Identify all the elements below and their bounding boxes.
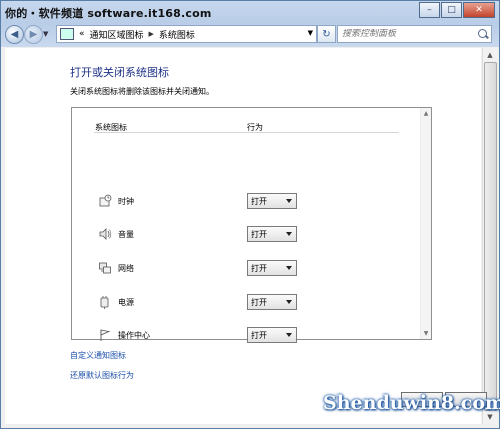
search-box[interactable] [337, 25, 492, 43]
close-button[interactable]: ✕ [463, 2, 495, 18]
scroll-up-icon[interactable]: ▲ [422, 110, 430, 117]
watermark-top: 你的・软件频道 software.it168.com [5, 7, 212, 20]
table-row-volume: 音量 打开 [72, 226, 412, 244]
breadcrumb-notification-area[interactable]: 通知区域图标 [90, 28, 144, 41]
chevron-down-icon [286, 266, 292, 270]
control-panel-icon [60, 28, 74, 40]
behavior-select-network[interactable]: 打开 [247, 260, 297, 276]
clock-icon [99, 194, 112, 207]
row-label-action-center: 操作中心 [118, 331, 150, 340]
restore-default-behavior-link[interactable]: 还原默认图标行为 [70, 370, 134, 381]
panel-scrollbar[interactable]: ▲ ▼ [420, 108, 431, 339]
system-icons-panel: 系统图标 行为 时钟 打开 音量 打开 网络 打开 电源 打开 操作中心 打开 … [71, 107, 432, 343]
behavior-select-volume[interactable]: 打开 [247, 226, 297, 242]
scroll-thumb[interactable] [484, 62, 497, 411]
select-value: 打开 [251, 263, 267, 273]
behavior-select-power[interactable]: 打开 [247, 294, 297, 310]
breadcrumb-prefix[interactable]: « [79, 29, 85, 39]
header-divider [94, 132, 399, 133]
page-title: 打开或关闭系统图标 [70, 66, 169, 79]
chevron-down-icon [286, 333, 292, 337]
row-label-clock: 时钟 [118, 197, 134, 206]
explorer-window: 你的・软件频道 software.it168.com – □ ✕ ◀ ▶ ▼ «… [0, 0, 500, 429]
window-scrollbar[interactable]: ▲ ▼ [482, 48, 497, 424]
watermark-bottom: Shenduwin8.com [323, 392, 500, 414]
select-value: 打开 [251, 196, 267, 206]
window-controls: – □ ✕ [418, 2, 495, 18]
customize-notification-icons-link[interactable]: 自定义通知图标 [70, 350, 126, 361]
behavior-select-action-center[interactable]: 打开 [247, 327, 297, 343]
recent-pages-dropdown[interactable]: ▼ [43, 30, 48, 38]
flag-icon [100, 329, 111, 341]
scroll-up-icon[interactable]: ▲ [484, 49, 496, 61]
page-description: 关闭系统图标将删除该图标并关闭通知。 [70, 87, 214, 96]
arrow-right-icon: ▶ [29, 29, 38, 40]
chevron-down-icon [286, 300, 292, 304]
main-content: 打开或关闭系统图标 关闭系统图标将删除该图标并关闭通知。 系统图标 行为 时钟 … [5, 48, 481, 424]
power-icon [100, 296, 109, 309]
maximize-button[interactable]: □ [441, 2, 462, 18]
navigation-bar: ◀ ▶ ▼ « 通知区域图标 ▶ 系统图标 ▼ ↻ [1, 23, 499, 45]
row-label-network: 网络 [118, 264, 134, 273]
volume-icon [99, 228, 112, 240]
table-row-clock: 时钟 打开 [72, 193, 412, 211]
address-bar[interactable]: « 通知区域图标 ▶ 系统图标 ▼ [56, 25, 317, 43]
arrow-left-icon: ◀ [10, 29, 19, 40]
search-input[interactable] [342, 29, 472, 39]
network-icon [99, 262, 111, 274]
forward-button[interactable]: ▶ [24, 25, 43, 44]
refresh-button[interactable]: ↻ [317, 25, 336, 43]
chevron-down-icon [286, 199, 292, 203]
row-label-power: 电源 [118, 298, 134, 307]
row-label-volume: 音量 [118, 230, 134, 239]
table-row-action-center: 操作中心 打开 [72, 327, 412, 345]
breadcrumb-system-icons[interactable]: 系统图标 [159, 28, 195, 41]
select-value: 打开 [251, 297, 267, 307]
chevron-right-icon[interactable]: ▶ [149, 30, 154, 38]
scroll-down-icon[interactable]: ▼ [422, 330, 430, 337]
minimize-button[interactable]: – [419, 2, 440, 18]
title-bar: 你的・软件频道 software.it168.com – □ ✕ [1, 1, 499, 23]
behavior-select-clock[interactable]: 打开 [247, 193, 297, 209]
select-value: 打开 [251, 229, 267, 239]
chevron-down-icon[interactable]: ▼ [308, 29, 313, 37]
chevron-down-icon [286, 232, 292, 236]
refresh-icon: ↻ [322, 28, 331, 40]
back-button[interactable]: ◀ [5, 25, 24, 44]
table-row-power: 电源 打开 [72, 294, 412, 312]
select-value: 打开 [251, 330, 267, 340]
table-row-network: 网络 打开 [72, 260, 412, 278]
search-icon[interactable] [478, 29, 487, 38]
